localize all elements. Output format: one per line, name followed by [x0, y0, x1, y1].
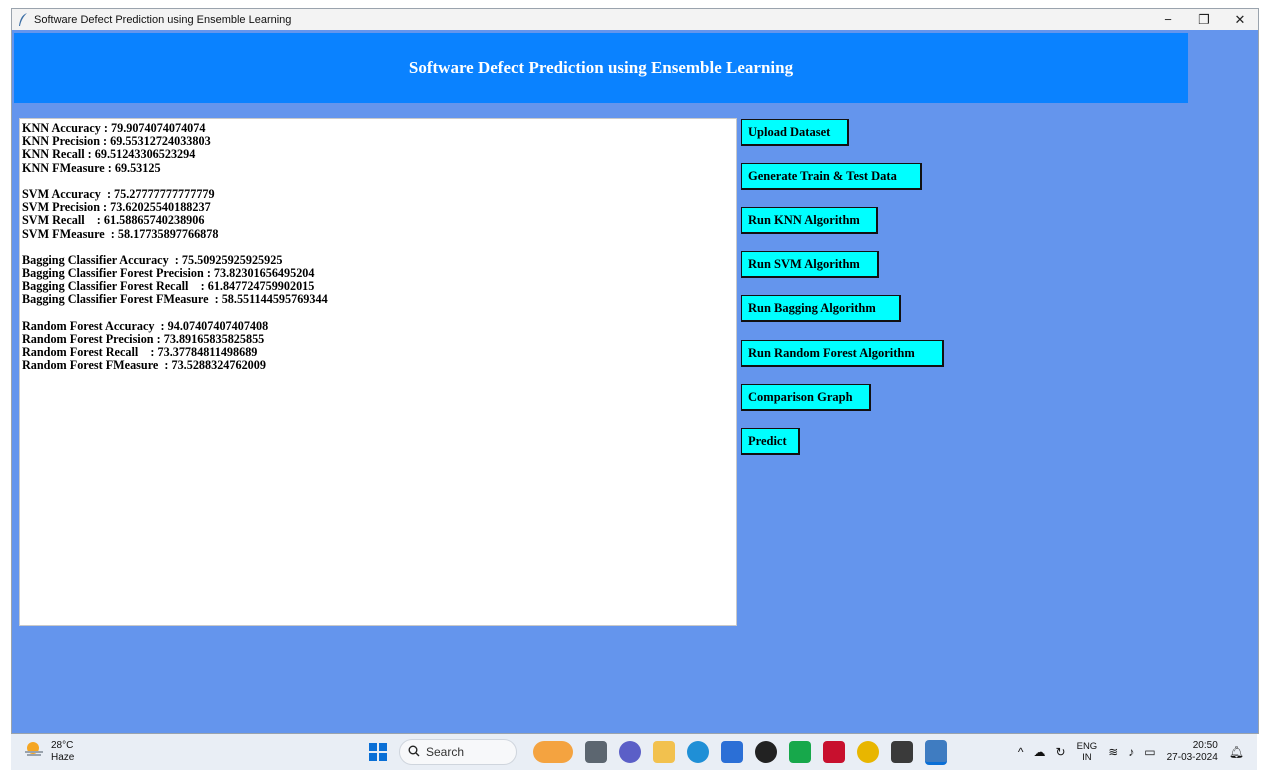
app-heading-banner: Software Defect Prediction using Ensembl…: [14, 33, 1188, 103]
output-line: SVM FMeasure : 58.17735897766878: [22, 226, 219, 241]
terminal-icon[interactable]: [891, 741, 913, 763]
run-svm-button[interactable]: Run SVM Algorithm: [741, 251, 879, 278]
minimize-button[interactable]: −: [1150, 9, 1186, 30]
weather-sun-icon: [23, 739, 45, 764]
title-bar: Software Defect Prediction using Ensembl…: [12, 9, 1258, 30]
clock-date: 27-03-2024: [1166, 752, 1218, 763]
wifi-icon[interactable]: ≋: [1108, 745, 1118, 759]
app-window: Software Defect Prediction using Ensembl…: [11, 8, 1259, 734]
search-icon: [408, 745, 420, 760]
system-tray: ^ ☁ ↻ ENG IN ≋ ♪ ▭ 20:50 27-03-2024 🔔︎: [1013, 738, 1249, 766]
app-heading: Software Defect Prediction using Ensembl…: [408, 58, 794, 77]
app-circle-icon[interactable]: [755, 741, 777, 763]
store-icon[interactable]: [721, 741, 743, 763]
sync-icon[interactable]: ↻: [1056, 745, 1066, 759]
upload-dataset-button[interactable]: Upload Dataset: [741, 119, 849, 146]
weather-condition: Haze: [51, 751, 75, 763]
predict-button[interactable]: Predict: [741, 428, 800, 455]
region-code: IN: [1082, 752, 1092, 763]
chrome-icon[interactable]: [857, 741, 879, 763]
task-view-icon[interactable]: [585, 741, 607, 763]
widgets-icon[interactable]: [533, 741, 573, 763]
run-knn-button[interactable]: Run KNN Algorithm: [741, 207, 878, 234]
maximize-button[interactable]: ❐: [1186, 9, 1222, 30]
chevron-up-icon[interactable]: ^: [1018, 745, 1024, 759]
output-line: KNN Recall : 69.51243306523294: [22, 147, 196, 162]
volume-icon[interactable]: ♪: [1128, 745, 1134, 759]
screen: Software Defect Prediction using Ensembl…: [0, 0, 1263, 773]
cloud-icon[interactable]: ☁: [1034, 745, 1046, 759]
comparison-graph-button[interactable]: Comparison Graph: [741, 384, 871, 411]
output-line: KNN FMeasure : 69.53125: [22, 160, 161, 175]
clock[interactable]: 20:50 27-03-2024: [1167, 740, 1218, 764]
results-text-area[interactable]: KNN Accuracy : 79.9074074074074 KNN Preci…: [19, 118, 737, 626]
output-line: SVM Recall : 61.58865740238906: [22, 213, 205, 228]
language-indicator[interactable]: ENG IN: [1077, 741, 1098, 763]
windows-start-icon[interactable]: [367, 741, 389, 763]
battery-icon[interactable]: ▭: [1144, 745, 1155, 759]
mcafee-icon[interactable]: [823, 741, 845, 763]
window-title: Software Defect Prediction using Ensembl…: [34, 13, 292, 26]
teams-chat-icon[interactable]: [619, 741, 641, 763]
run-bagging-button[interactable]: Run Bagging Algorithm: [741, 295, 901, 322]
clock-time: 20:50: [1192, 740, 1218, 751]
search-placeholder: Search: [426, 745, 465, 759]
language-code: ENG: [1076, 741, 1098, 752]
taskbar: 28°C Haze Search ^ ☁ ↻ ENG IN ≋ ♪ ▭ 20:5…: [11, 734, 1257, 770]
file-explorer-icon[interactable]: [653, 741, 675, 763]
weather-temperature: 28°C: [51, 739, 74, 751]
feather-icon: [16, 12, 30, 28]
generate-train-test-button[interactable]: Generate Train & Test Data: [741, 163, 922, 190]
output-line: Random Forest FMeasure : 73.528832476200…: [22, 358, 266, 373]
edge-browser-icon[interactable]: [687, 741, 709, 763]
close-button[interactable]: ✕: [1222, 9, 1258, 30]
weather-widget[interactable]: 28°C Haze: [23, 739, 74, 764]
run-random-forest-button[interactable]: Run Random Forest Algorithm: [741, 340, 944, 367]
taskbar-apps: Search: [361, 738, 953, 766]
taskbar-search-box[interactable]: Search: [399, 739, 517, 765]
python-app-icon[interactable]: [925, 739, 947, 765]
green-app-icon[interactable]: [789, 741, 811, 763]
notification-bell-icon[interactable]: 🔔︎: [1229, 745, 1244, 759]
output-line: Bagging Classifier Forest FMeasure : 58.…: [22, 292, 328, 307]
